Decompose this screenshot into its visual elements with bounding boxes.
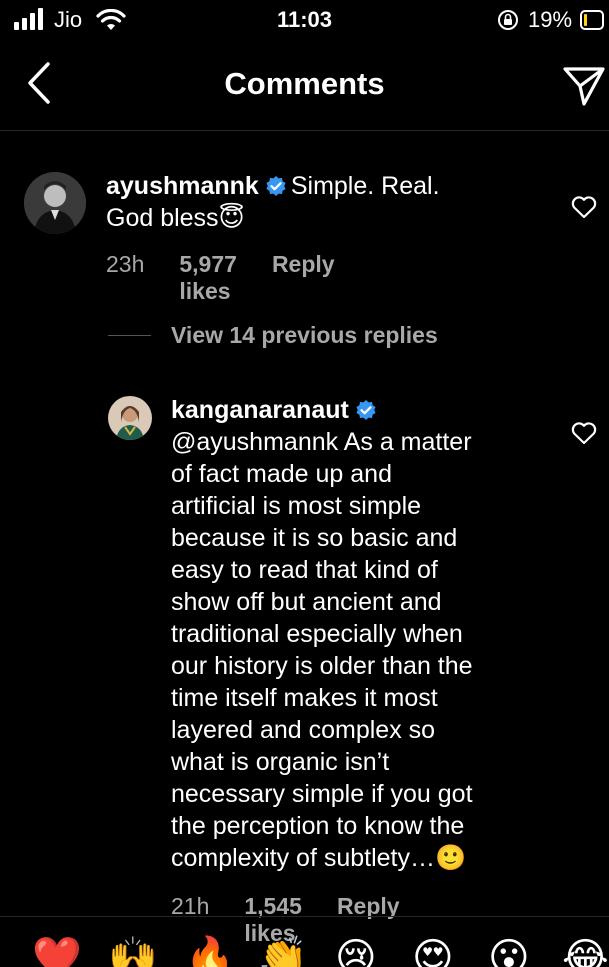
- replies-divider-line: [108, 335, 151, 336]
- comment-username[interactable]: ayushmannk: [106, 172, 259, 200]
- reply-line: of fact made up and: [171, 460, 392, 488]
- comment-meta: 23h 5,977 likes Reply: [106, 251, 370, 305]
- smile-emoji: 🙂: [435, 844, 467, 872]
- emoji-reaction-bar: ❤️ 🙌 🔥 👏 😢 😍 😮 😂: [0, 930, 609, 967]
- clapping-emoji-button[interactable]: 👏: [258, 938, 308, 967]
- fire-emoji-button[interactable]: 🔥: [185, 938, 235, 967]
- reply-body: @ayushmannk As a matter of fact made up …: [171, 426, 551, 874]
- orientation-lock-icon: [498, 10, 518, 30]
- reply-line: the perception to know the: [171, 812, 465, 840]
- battery-fill: [584, 14, 587, 26]
- reply-button[interactable]: Reply: [272, 251, 335, 305]
- avatar[interactable]: [24, 172, 86, 234]
- reply-line: show off but ancient and: [171, 588, 442, 616]
- reply-line: easy to read that kind of: [171, 556, 438, 584]
- nav-header: Comments: [0, 44, 609, 131]
- reply-line: necessary simple if you got: [171, 780, 473, 808]
- verified-badge-icon: [266, 176, 286, 196]
- reply-line: what is organic isn’t: [171, 748, 390, 776]
- view-replies-label: View 14 previous replies: [171, 322, 438, 348]
- battery-percent: 19%: [528, 7, 573, 32]
- status-bar: Jio 11:03 19%: [0, 0, 609, 44]
- reply-line: because it is so basic and: [171, 524, 458, 552]
- comment-text: ayushmannk Simple. Real. God bless😇: [106, 170, 546, 234]
- like-heart-icon[interactable]: [571, 421, 597, 445]
- comment-body: Simple. Real.: [290, 172, 440, 200]
- page-title: Comments: [224, 66, 385, 101]
- crying-emoji-button[interactable]: 😢: [335, 938, 377, 967]
- reply-line: @ayushmannk As a matter: [171, 428, 472, 456]
- comment-likes[interactable]: 5,977 likes: [179, 251, 237, 305]
- reply-line: complexity of subtlety…: [171, 844, 435, 872]
- avatar[interactable]: [108, 396, 152, 440]
- emoji-bar-divider: [0, 916, 609, 917]
- reply-text: kanganaranaut @ayushmannk As a matter of…: [171, 394, 551, 874]
- reply-username[interactable]: kanganaranaut: [171, 396, 349, 424]
- laughing-emoji-button[interactable]: 😂: [562, 938, 609, 967]
- verified-badge-icon: [356, 400, 376, 420]
- like-heart-icon[interactable]: [571, 195, 597, 219]
- reply-line: our history is older than the: [171, 652, 473, 680]
- halo-emoji: 😇: [218, 204, 245, 232]
- paper-plane-icon[interactable]: [562, 64, 606, 108]
- heart-eyes-emoji-button[interactable]: 😍: [412, 938, 454, 967]
- reply-line: time itself makes it most: [171, 684, 438, 712]
- reply-line: layered and complex so: [171, 716, 436, 744]
- reply-line: artificial is most simple: [171, 492, 422, 520]
- reply-line: traditional especially when: [171, 620, 463, 648]
- battery-icon: [580, 10, 604, 30]
- comment-body-line2: God bless: [106, 204, 219, 232]
- view-previous-replies[interactable]: View 14 previous replies: [108, 322, 438, 349]
- raising-hands-emoji-button[interactable]: 🙌: [108, 938, 158, 967]
- comment-age: 23h: [106, 251, 145, 277]
- heart-emoji-button[interactable]: ❤️: [32, 938, 82, 967]
- surprised-emoji-button[interactable]: 😮: [488, 938, 530, 967]
